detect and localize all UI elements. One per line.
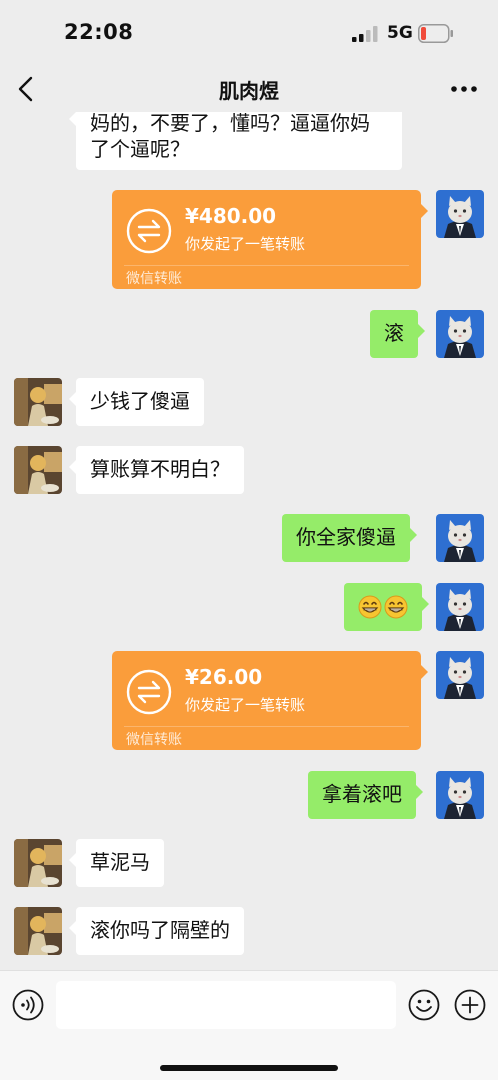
transfer-amount: ¥26.00	[185, 665, 263, 689]
voice-icon[interactable]	[12, 989, 44, 1021]
my-avatar[interactable]	[436, 310, 484, 358]
transfer-icon	[126, 208, 172, 254]
cat-suit-avatar-icon	[436, 190, 484, 238]
message-bubble-sent[interactable]: 滚	[370, 310, 425, 358]
my-avatar[interactable]	[436, 771, 484, 819]
network-label: 5G	[387, 23, 413, 43]
contact-avatar[interactable]	[14, 446, 62, 494]
message-bubble-sent[interactable]: 你全家傻逼	[282, 514, 417, 562]
cat-suit-avatar-icon	[436, 310, 484, 358]
contact-avatar[interactable]	[14, 907, 62, 955]
status-bar: 22:08 5G	[0, 0, 498, 66]
message-bubble-received[interactable]: 妈的，不要了，懂吗？逼逼你妈 了个逼呢？	[69, 112, 402, 170]
transfer-icon	[126, 669, 172, 715]
message-bubble-received[interactable]: 少钱了傻逼	[69, 378, 204, 426]
message-text: 草泥马	[90, 850, 150, 874]
message-bubble-received[interactable]: 草泥马	[69, 839, 164, 887]
my-avatar[interactable]	[436, 514, 484, 562]
status-time: 22:08	[64, 20, 134, 44]
my-avatar[interactable]	[436, 583, 484, 631]
nav-bar: 肌肉煜	[0, 66, 498, 112]
chat-title: 肌肉煜	[219, 79, 279, 103]
input-bar	[0, 970, 498, 1080]
message-text: 拿着滚吧	[322, 782, 402, 806]
cat-suit-avatar-icon	[436, 583, 484, 631]
cat-suit-avatar-icon	[436, 771, 484, 819]
transfer-description: 你发起了一笔转账	[185, 696, 306, 714]
transfer-amount: ¥480.00	[185, 204, 277, 228]
transfer-description: 你发起了一笔转账	[185, 235, 306, 253]
contact-photo-icon	[14, 907, 62, 955]
message-text: 你全家傻逼	[296, 525, 396, 549]
divider	[124, 265, 409, 266]
message-text: 少钱了傻逼	[90, 389, 190, 413]
cat-suit-avatar-icon	[436, 514, 484, 562]
more-icon[interactable]	[450, 79, 478, 99]
contact-photo-icon	[14, 446, 62, 494]
emoji-icon[interactable]	[408, 989, 440, 1021]
transfer-card[interactable]: ¥26.00 你发起了一笔转账 微信转账	[112, 651, 428, 750]
contact-photo-icon	[14, 378, 62, 426]
home-indicator[interactable]	[160, 1065, 338, 1071]
message-line: 了个逼呢？	[90, 137, 190, 161]
message-bubble-sent[interactable]	[344, 583, 429, 631]
signal-icon	[352, 26, 378, 42]
contact-avatar[interactable]	[14, 378, 62, 426]
message-bubble-received[interactable]: 滚你吗了隔壁的	[69, 907, 244, 955]
message-text: 滚你吗了隔壁的	[90, 918, 230, 942]
transfer-label: 微信转账	[126, 732, 182, 748]
contact-photo-icon	[14, 839, 62, 887]
transfer-label: 微信转账	[126, 271, 182, 287]
message-text: 滚	[384, 321, 404, 345]
my-avatar[interactable]	[436, 190, 484, 238]
plus-icon[interactable]	[454, 989, 486, 1021]
message-input[interactable]	[56, 981, 396, 1029]
message-bubble-received[interactable]: 算账算不明白？	[69, 446, 244, 494]
message-text: 算账算不明白？	[90, 457, 230, 481]
my-avatar[interactable]	[436, 651, 484, 699]
cat-suit-avatar-icon	[436, 651, 484, 699]
message-bubble-sent[interactable]: 拿着滚吧	[308, 771, 423, 819]
chat-messages: 妈的，不要了，懂吗？逼逼你妈 了个逼呢？ ¥480.00 你发起了一笔转账 微信…	[0, 112, 498, 970]
divider	[124, 726, 409, 727]
grin-emoji-icon	[358, 595, 408, 619]
transfer-card[interactable]: ¥480.00 你发起了一笔转账 微信转账	[112, 190, 428, 289]
message-line: 妈的，不要了，懂吗？逼逼你妈	[90, 112, 370, 135]
battery-icon	[418, 24, 453, 43]
contact-avatar[interactable]	[14, 839, 62, 887]
